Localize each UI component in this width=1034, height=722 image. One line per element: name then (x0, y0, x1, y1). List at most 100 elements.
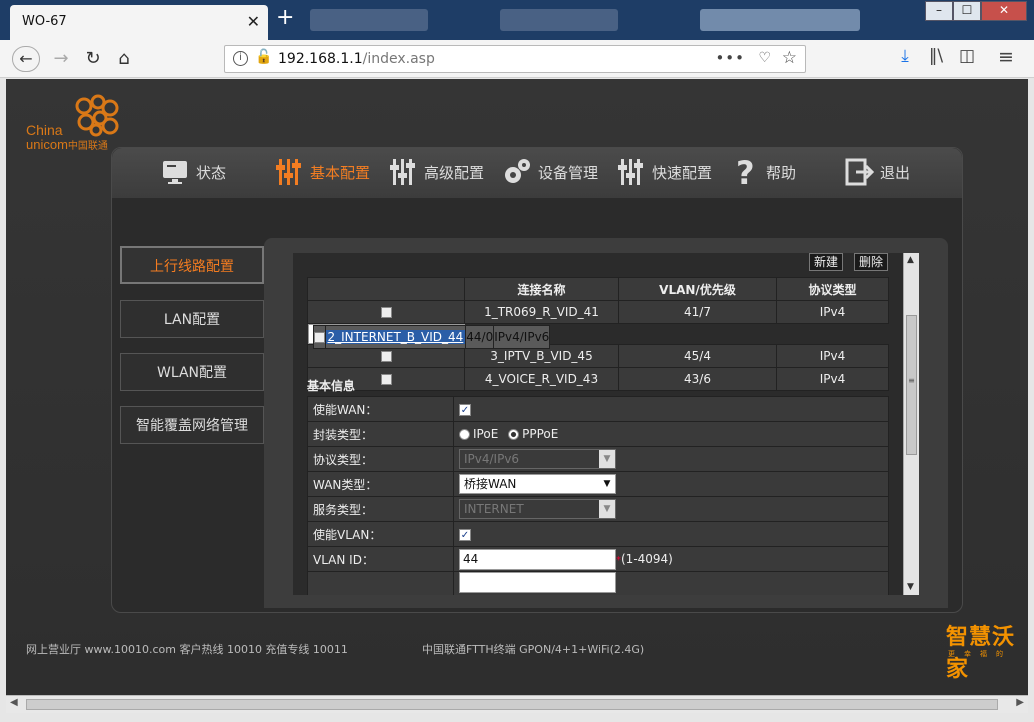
reload-button[interactable]: ↻ (82, 46, 104, 72)
row-checkbox[interactable] (313, 332, 325, 343)
row-checkbox[interactable] (380, 307, 392, 318)
url-text[interactable]: 192.168.1.1/index.asp (278, 51, 435, 67)
question-icon: ? (736, 157, 755, 187)
browser-tab-active[interactable]: WO-67 ✕ (10, 5, 268, 40)
encap-pppoe-radio[interactable] (508, 429, 520, 440)
wan-type-cell: 桥接WAN ▼ (453, 471, 889, 497)
unicom-knot-icon (75, 94, 119, 137)
table-row: 1_TR069_R_VID_41 41/7 IPv4 (307, 300, 889, 324)
scrollbar-thumb[interactable] (26, 699, 998, 710)
form-row-vlan-id: VLAN ID： 44 *(1-4094) (307, 546, 889, 572)
chevron-down-icon: ▼ (599, 450, 615, 468)
window-maximize-button[interactable]: ☐ (953, 1, 981, 21)
basic-info-form: 使能WAN： ✓ 封装类型： IPoE PPPoE 协议类型： IPv4/IPv… (307, 396, 889, 595)
new-button[interactable]: 新建 (809, 253, 844, 271)
enable-wan-checkbox[interactable]: ✓ (459, 404, 471, 416)
vlan-id-label: VLAN ID： (307, 546, 454, 572)
url-path: /index.asp (362, 51, 435, 67)
hamburger-menu-icon[interactable]: ≡ (995, 46, 1017, 68)
table-row-selected: 2_INTERNET_B_VID_44 44/0 IPv4/IPv6 (307, 324, 551, 349)
enable-vlan-checkbox[interactable]: ✓ (459, 529, 471, 541)
connection-protocol: IPv4 (776, 367, 889, 391)
home-button[interactable]: ⌂ (113, 46, 135, 72)
sidebar-item-uplink-config[interactable]: 上行线路配置 (120, 246, 264, 284)
content-scrollbar[interactable]: ▲ ≡ ▼ (903, 253, 919, 595)
sidebar-item-lan-config[interactable]: LAN配置 (120, 300, 264, 338)
back-button[interactable]: ← (12, 46, 40, 72)
scroll-up-icon[interactable]: ▲ (907, 255, 914, 265)
encap-type-label: 封装类型： (307, 421, 454, 447)
menu-help[interactable]: ? 帮助 (730, 148, 796, 196)
form-row-enable-wan: 使能WAN： ✓ (307, 396, 889, 422)
connection-name[interactable]: 1_TR069_R_VID_41 (464, 300, 619, 324)
background-tab[interactable] (500, 9, 618, 31)
row-checkbox[interactable] (380, 351, 392, 362)
enable-wan-cell: ✓ (453, 396, 889, 422)
sidebar-item-mesh-management[interactable]: 智能覆盖网络管理 (120, 406, 264, 444)
protocol-type-value: IPv4/IPv6 (464, 452, 520, 466)
menu-device-management[interactable]: 设备管理 (502, 148, 598, 196)
logo-text-unicom: unicom中国联通 (26, 137, 108, 152)
protocol-type-cell: IPv4/IPv6 ▼ (453, 446, 889, 472)
enable-vlan-cell: ✓ (453, 521, 889, 547)
background-tab[interactable] (700, 9, 860, 31)
horizontal-scrollbar[interactable]: ◀ ▶ (6, 695, 1028, 713)
row-checkbox[interactable] (380, 374, 392, 385)
menu-basic-config[interactable]: 基本配置 (274, 148, 370, 196)
sliders-icon (390, 159, 415, 185)
download-icon[interactable]: ⤓ (894, 46, 916, 66)
config-frame: 新建 删除 连接名称 VLAN/优先级 协议类型 1_TR069_R_VID_4… (293, 253, 919, 595)
encap-ipoe-radio[interactable] (459, 429, 470, 440)
connection-vlan: 44/0 (465, 325, 495, 349)
gears-icon (505, 159, 530, 183)
monitor-icon (163, 161, 187, 184)
exit-icon (845, 158, 874, 186)
table-header-row: 连接名称 VLAN/优先级 协议类型 (307, 277, 889, 301)
connection-vlan: 41/7 (618, 300, 777, 324)
content-area: 新建 删除 连接名称 VLAN/优先级 协议类型 1_TR069_R_VID_4… (264, 238, 948, 608)
info-icon[interactable]: i (233, 51, 248, 66)
wan-type-select[interactable]: 桥接WAN ▼ (459, 474, 616, 494)
connection-name[interactable]: 2_INTERNET_B_VID_44 (325, 330, 466, 344)
window-close-button[interactable]: ✕ (981, 1, 1027, 21)
row-select-cell (307, 300, 465, 324)
address-bar[interactable]: i 🔓 192.168.1.1/index.asp ••• ♡ ☆ (224, 45, 806, 73)
brand-slogan: 更幸福的 (948, 650, 1012, 658)
scroll-right-icon[interactable]: ▶ (1016, 697, 1024, 708)
main-panel: 状态 基本配置 高级配置 设备管理 快速配置 ? 帮助 退出 上行线路配置 LA… (111, 147, 963, 613)
arrow-left-icon: ← (19, 49, 33, 68)
page-actions-icon[interactable]: ••• (715, 49, 745, 67)
vlan-id-input[interactable]: 44 (459, 548, 616, 570)
scrollbar-thumb[interactable]: ≡ (906, 315, 917, 455)
menu-advanced-config[interactable]: 高级配置 (388, 148, 484, 196)
service-type-value: INTERNET (464, 502, 524, 516)
menu-quick-config[interactable]: 快速配置 (616, 148, 712, 196)
vlan-id-hint: (1-4094) (621, 551, 673, 566)
delete-button[interactable]: 删除 (854, 253, 889, 271)
library-icon[interactable]: ‖\ (925, 46, 947, 66)
next-input[interactable] (459, 572, 616, 593)
sidebar-item-wlan-config[interactable]: WLAN配置 (120, 353, 264, 391)
tab-close-icon[interactable]: ✕ (247, 12, 260, 31)
background-tab[interactable] (310, 9, 428, 31)
menu-status-label: 状态 (196, 163, 227, 182)
menu-logout[interactable]: 退出 (844, 148, 910, 196)
forward-button[interactable]: → (50, 46, 72, 72)
connection-table: 连接名称 VLAN/优先级 协议类型 1_TR069_R_VID_41 41/7… (307, 277, 889, 391)
menu-help-label: 帮助 (766, 163, 797, 182)
sidebar-icon[interactable]: ◫ (956, 46, 978, 66)
encap-type-cell: IPoE PPPoE (453, 421, 889, 447)
table-header-name: 连接名称 (464, 277, 619, 301)
new-tab-button[interactable]: + (276, 6, 294, 30)
window-minimize-button[interactable]: – (925, 1, 953, 21)
pocket-icon[interactable]: ♡ (758, 50, 771, 66)
connection-vlan: 45/4 (618, 344, 777, 368)
url-host: 192.168.1.1 (278, 51, 363, 67)
insecure-lock-icon[interactable]: 🔓 (255, 49, 272, 65)
menu-status[interactable]: 状态 (160, 148, 226, 196)
bookmark-star-icon[interactable]: ☆ (782, 48, 797, 68)
scroll-down-icon[interactable]: ▼ (907, 582, 914, 592)
encap-ipoe-label: IPoE (473, 427, 499, 441)
scroll-left-icon[interactable]: ◀ (10, 697, 18, 708)
connection-name[interactable]: 4_VOICE_R_VID_43 (464, 367, 619, 391)
